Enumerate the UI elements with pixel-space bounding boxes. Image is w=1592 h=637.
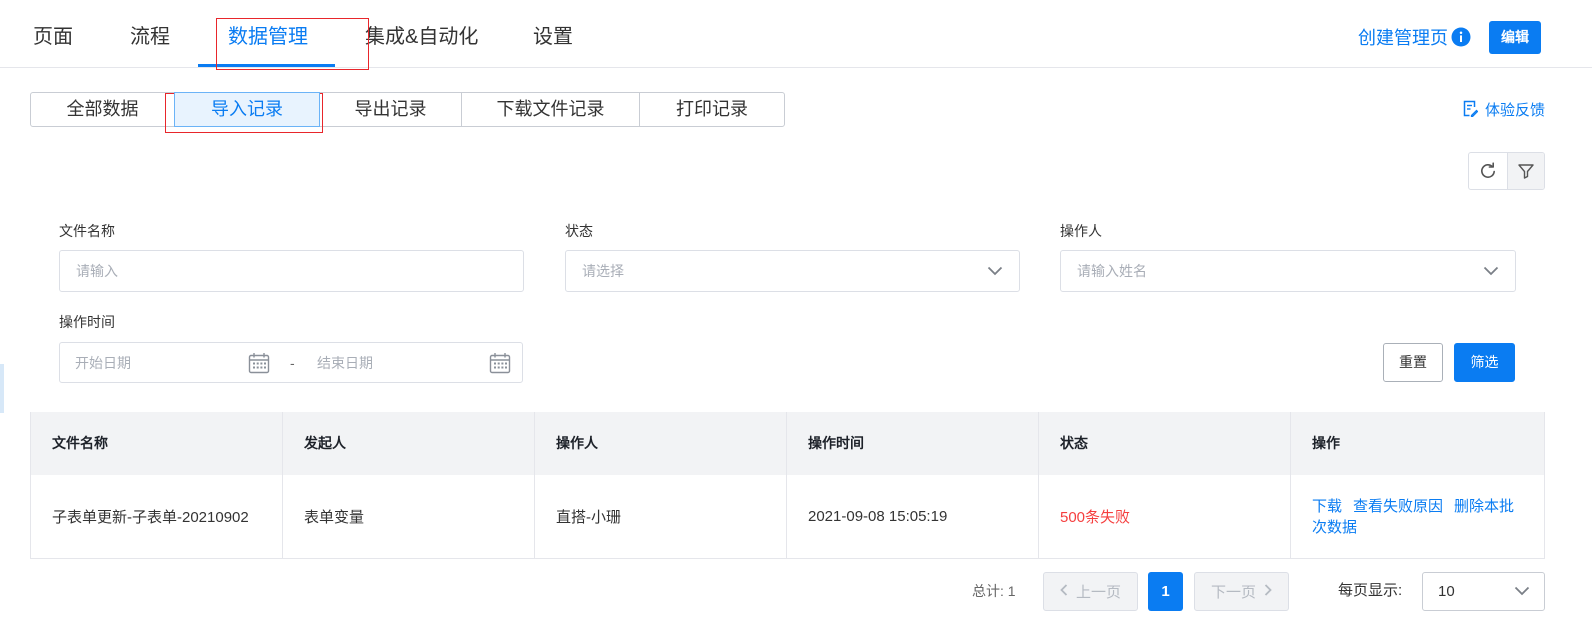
tab-data-management[interactable]: 数据管理 [228,24,308,50]
row-actions: 下载 查看失败原因 删除本批次数据 [1312,496,1524,538]
calendar-icon[interactable] [489,352,511,374]
next-page-button[interactable]: 下一页 [1194,572,1289,611]
download-link[interactable]: 下载 [1312,498,1342,515]
table-header: 文件名称 发起人 操作人 操作时间 状态 操作 [31,412,1544,475]
tab-pages[interactable]: 页面 [33,24,73,50]
info-icon[interactable] [1451,27,1471,47]
prev-page-label: 上一页 [1075,584,1121,601]
subtab-import-records[interactable]: 导入记录 [174,92,320,127]
subtab-all-data[interactable]: 全部数据 [30,92,175,127]
table-tools [1468,152,1545,190]
chevron-down-icon [1483,263,1499,279]
file-name-label: 文件名称 [59,223,115,239]
subtab-download-records[interactable]: 下载文件记录 [461,92,640,127]
tab-settings[interactable]: 设置 [533,24,573,50]
cell-actions: 下载 查看失败原因 删除本批次数据 [1291,475,1544,558]
cell-time: 2021-09-08 15:05:19 [787,475,1039,558]
column-header-operator: 操作人 [535,412,787,475]
filter-button[interactable]: 筛选 [1454,343,1515,382]
cell-initiator: 表单变量 [283,475,535,558]
subtab-print-records[interactable]: 打印记录 [639,92,785,127]
chevron-right-icon [1264,583,1272,600]
top-nav: 页面 流程 数据管理 集成&自动化 设置 创建管理页 编辑 [0,0,1592,68]
calendar-icon[interactable] [248,352,270,374]
operator-select[interactable]: 请输入姓名 [1060,250,1516,292]
status-placeholder: 请选择 [582,263,624,279]
edit-button[interactable]: 编辑 [1489,21,1541,54]
create-admin-page-link[interactable]: 创建管理页 [1358,26,1448,50]
operation-time-label: 操作时间 [59,314,115,330]
view-failure-reason-link[interactable]: 查看失败原因 [1353,498,1443,515]
file-name-input[interactable]: 请输入 [59,250,524,292]
subtab-export-records[interactable]: 导出记录 [319,92,462,127]
column-header-initiator: 发起人 [283,412,535,475]
start-date-input[interactable]: 开始日期 [75,354,131,372]
cell-operator: 直搭-小珊 [535,475,787,558]
filter-icon[interactable] [1506,153,1544,189]
column-header-actions: 操作 [1312,435,1340,451]
column-header-time: 操作时间 [787,412,1039,475]
chevron-left-icon [1060,583,1068,600]
total-label: 总计: [972,583,1004,599]
prev-page-button[interactable]: 上一页 [1043,572,1138,611]
tab-process[interactable]: 流程 [130,24,170,50]
next-page-label: 下一页 [1210,584,1256,601]
operator-placeholder: 请输入姓名 [1077,263,1147,279]
chevron-down-icon [987,263,1003,279]
chevron-down-icon [1514,583,1530,600]
page-size-label: 每页显示: [1338,582,1403,599]
feedback-icon [1463,100,1479,122]
column-header-status: 状态 [1039,412,1291,475]
file-name-placeholder: 请输入 [76,263,118,279]
total-count: 1 [1007,583,1016,599]
record-tabs: 全部数据 导入记录 导出记录 下载文件记录 打印记录 [30,92,785,127]
pagination-total: 总计: 1 [972,582,1016,600]
status-select[interactable]: 请选择 [565,250,1020,292]
records-table: 文件名称 发起人 操作人 操作时间 状态 操作 子表单更新-子表单-202109… [30,412,1545,559]
refresh-icon[interactable] [1469,153,1507,189]
end-date-input[interactable]: 结束日期 [317,354,373,372]
feedback-link[interactable]: 体验反馈 [1463,100,1545,122]
date-range-picker: 开始日期 - 结束日期 [59,342,523,383]
column-header-file-name: 文件名称 [31,412,283,475]
cell-status: 500条失败 [1039,475,1291,558]
status-label: 状态 [565,223,593,239]
reset-button[interactable]: 重置 [1383,343,1443,382]
date-separator: - [290,355,295,371]
active-tab-indicator [198,64,335,67]
tab-integration-automation[interactable]: 集成&自动化 [365,24,478,50]
page-size-value: 10 [1438,583,1455,600]
page-button-current[interactable]: 1 [1148,572,1183,611]
page-size-select[interactable]: 10 [1422,572,1545,611]
table-row: 子表单更新-子表单-20210902 表单变量 直搭-小珊 2021-09-08… [31,475,1544,559]
operator-label: 操作人 [1060,223,1102,239]
side-edge-indicator [0,364,4,413]
feedback-label: 体验反馈 [1485,102,1546,119]
cell-file-name: 子表单更新-子表单-20210902 [31,475,283,558]
